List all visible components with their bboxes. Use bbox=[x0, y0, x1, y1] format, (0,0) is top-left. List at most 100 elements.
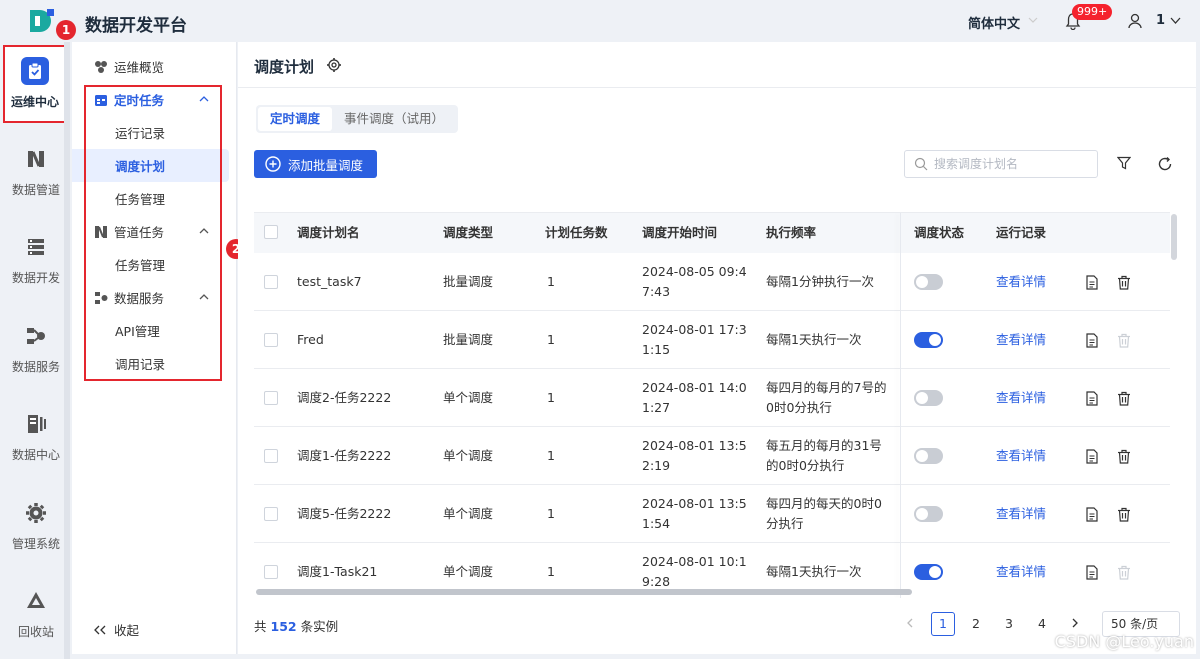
select-all-checkbox[interactable] bbox=[264, 225, 278, 239]
view-details-link[interactable]: 查看详情 bbox=[996, 562, 1046, 582]
search-icon bbox=[914, 157, 928, 171]
schedule-status-toggle[interactable] bbox=[914, 506, 943, 522]
chevron-down-icon[interactable] bbox=[1028, 15, 1038, 25]
settings-gear-icon[interactable] bbox=[326, 57, 342, 73]
rail-item-data-service[interactable]: 数据服务 bbox=[0, 325, 72, 375]
page-title: 调度计划 bbox=[254, 58, 315, 76]
primary-nav-rail: 运维中心 数据管道 数据开发 数据服务 数据中心 管理系统 回收站 bbox=[0, 42, 72, 659]
recycle-icon bbox=[27, 592, 45, 608]
cell-task-count: 1 bbox=[547, 448, 555, 463]
document-icon[interactable] bbox=[1085, 565, 1099, 580]
row-checkbox[interactable] bbox=[264, 449, 278, 463]
annotation-highlight-box bbox=[84, 85, 222, 381]
rail-label: 数据服务 bbox=[11, 360, 60, 374]
schedule-status-toggle[interactable] bbox=[914, 390, 943, 406]
document-icon[interactable] bbox=[1085, 507, 1099, 522]
pipeline-icon bbox=[28, 151, 44, 167]
tab-timed-schedule[interactable]: 定时调度 bbox=[258, 107, 333, 131]
horizontal-scrollbar[interactable] bbox=[254, 588, 1170, 596]
rail-item-ops-center[interactable]: 运维中心 bbox=[3, 45, 67, 123]
column-header-type: 调度类型 bbox=[443, 225, 494, 240]
table-row: 调度2-任务2222 单个调度 1 2024-08-01 14:0 1:27 每四月的每月… bbox=[254, 369, 1170, 427]
row-checkbox[interactable] bbox=[264, 391, 278, 405]
cell-frequency-line2: 分执行 bbox=[766, 516, 804, 531]
schedule-status-toggle[interactable] bbox=[914, 448, 943, 464]
document-icon[interactable] bbox=[1085, 333, 1099, 348]
delete-icon[interactable] bbox=[1117, 507, 1131, 522]
gear-icon bbox=[26, 503, 46, 523]
table-row: test_task7 批量调度 1 2024-08-05 09:4 7:43 每隔1分钟执… bbox=[254, 253, 1170, 311]
toggle-knob bbox=[916, 450, 928, 462]
row-checkbox[interactable] bbox=[264, 275, 278, 289]
document-icon[interactable] bbox=[1085, 391, 1099, 406]
cell-start-time-line1: 2024-08-05 09:4 bbox=[642, 264, 747, 279]
tab-event-schedule[interactable]: 事件调度（试用） bbox=[332, 107, 456, 131]
cell-task-count: 1 bbox=[547, 332, 555, 347]
table-row: Fred 批量调度 1 2024-08-01 17:3 1:15 每隔1天执行一次 查看详情 bbox=[254, 311, 1170, 369]
rail-item-data-dev[interactable]: 数据开发 bbox=[0, 236, 72, 286]
prev-page-button[interactable] bbox=[898, 612, 922, 636]
cell-frequency: 每隔1分钟执行一次 bbox=[766, 274, 874, 289]
page-2[interactable]: 2 bbox=[964, 612, 988, 636]
collapse-label: 收起 bbox=[114, 623, 140, 638]
user-icon[interactable] bbox=[1127, 12, 1143, 30]
schedule-status-toggle[interactable] bbox=[914, 564, 943, 580]
overview-icon bbox=[95, 60, 107, 73]
scrollbar-thumb[interactable] bbox=[256, 589, 912, 595]
row-checkbox[interactable] bbox=[264, 333, 278, 347]
row-checkbox[interactable] bbox=[264, 507, 278, 521]
view-details-link[interactable]: 查看详情 bbox=[996, 446, 1046, 466]
delete-icon[interactable] bbox=[1117, 275, 1131, 290]
cell-start-time-line1: 2024-08-01 10:1 bbox=[642, 554, 747, 569]
view-details-link[interactable]: 查看详情 bbox=[996, 504, 1046, 524]
cell-name: 调度1-任务2222 bbox=[297, 448, 392, 463]
page-3[interactable]: 3 bbox=[997, 612, 1021, 636]
filter-icon[interactable] bbox=[1117, 156, 1131, 170]
watermark: CSDN @Leo.yuan bbox=[1054, 632, 1194, 651]
collapse-sidebar-button[interactable]: 收起 bbox=[94, 620, 139, 639]
delete-icon[interactable] bbox=[1117, 333, 1131, 348]
dev-icon bbox=[28, 239, 44, 255]
chevron-right-icon bbox=[1072, 618, 1078, 628]
rail-scrollbar[interactable] bbox=[64, 42, 70, 659]
vertical-scrollbar[interactable] bbox=[1171, 214, 1177, 260]
delete-icon[interactable] bbox=[1117, 391, 1131, 406]
search-box bbox=[904, 150, 1098, 178]
delete-icon[interactable] bbox=[1117, 449, 1131, 464]
chevron-left-icon bbox=[907, 618, 913, 628]
view-details-link[interactable]: 查看详情 bbox=[996, 330, 1046, 350]
toggle-knob bbox=[929, 334, 941, 346]
schedule-table: 调度计划名 调度类型 计划任务数 调度开始时间 执行频率 调度状态 运行记录 t… bbox=[254, 212, 1170, 598]
schedule-status-toggle[interactable] bbox=[914, 332, 943, 348]
rail-item-management[interactable]: 管理系统 bbox=[0, 502, 72, 552]
view-details-link[interactable]: 查看详情 bbox=[996, 272, 1046, 292]
delete-icon[interactable] bbox=[1117, 565, 1131, 580]
refresh-icon[interactable] bbox=[1157, 156, 1173, 172]
clipboard-check-icon bbox=[21, 57, 49, 85]
view-details-link[interactable]: 查看详情 bbox=[996, 388, 1046, 408]
cell-type: 批量调度 bbox=[443, 332, 494, 347]
cell-type: 批量调度 bbox=[443, 274, 494, 289]
document-icon[interactable] bbox=[1085, 275, 1099, 290]
user-name[interactable]: 1 bbox=[1156, 13, 1165, 28]
fixed-column-divider bbox=[900, 213, 901, 598]
schedule-status-toggle[interactable] bbox=[914, 274, 943, 290]
cell-type: 单个调度 bbox=[443, 390, 494, 405]
main-panel: 调度计划 定时调度 事件调度（试用） 添加批量调度 调度计划名 调度类型 计划任… bbox=[238, 42, 1196, 654]
toggle-knob bbox=[916, 276, 928, 288]
cell-type: 单个调度 bbox=[443, 506, 494, 521]
chevron-down-icon[interactable] bbox=[1170, 16, 1181, 25]
rail-item-data-center[interactable]: 数据中心 bbox=[0, 413, 72, 463]
sidebar-item-overview[interactable]: 运维概览 bbox=[72, 50, 237, 83]
page-4[interactable]: 4 bbox=[1030, 612, 1054, 636]
rail-item-data-pipeline[interactable]: 数据管道 bbox=[0, 148, 72, 198]
cell-start-time-line2: 2:19 bbox=[642, 458, 671, 473]
rail-item-recycle-bin[interactable]: 回收站 bbox=[0, 590, 72, 640]
add-batch-schedule-button[interactable]: 添加批量调度 bbox=[254, 150, 377, 178]
document-icon[interactable] bbox=[1085, 449, 1099, 464]
cell-start-time-line1: 2024-08-01 13:5 bbox=[642, 496, 747, 511]
page-1[interactable]: 1 bbox=[931, 612, 955, 636]
language-selector[interactable]: 简体中文 bbox=[968, 13, 1020, 32]
search-input[interactable] bbox=[934, 157, 1084, 171]
row-checkbox[interactable] bbox=[264, 565, 278, 579]
